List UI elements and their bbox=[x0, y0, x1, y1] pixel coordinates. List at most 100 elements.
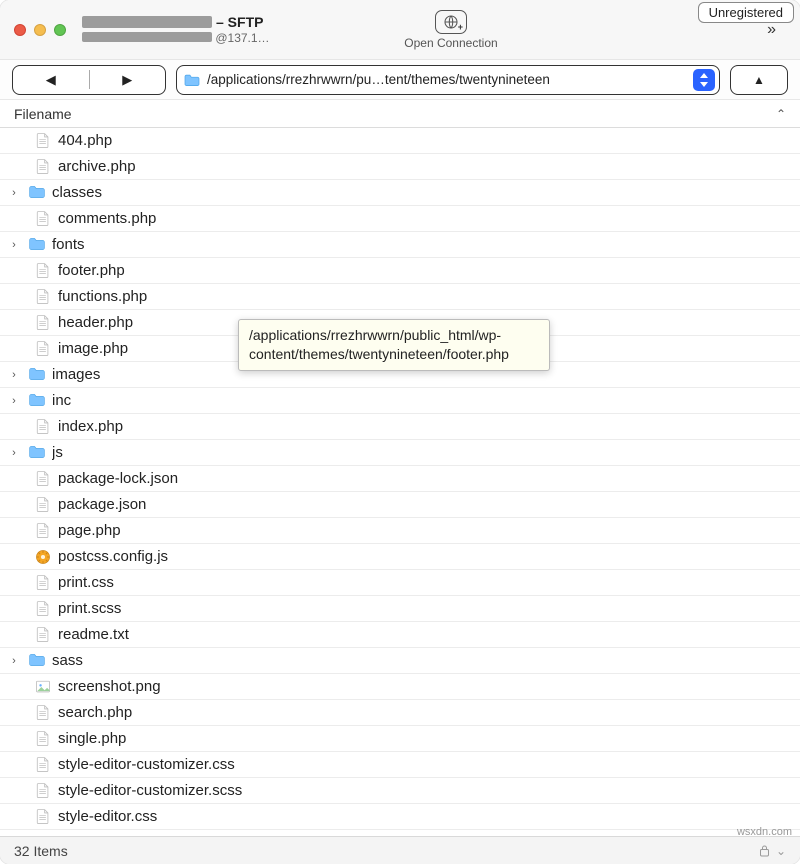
path-toolbar: ◀ ▶ /applications/rrezhrwwrn/pu…tent/the… bbox=[0, 60, 800, 100]
file-icon bbox=[34, 756, 52, 774]
unregistered-badge[interactable]: Unregistered bbox=[698, 2, 794, 23]
file-icon bbox=[34, 782, 52, 800]
folder-icon bbox=[28, 444, 46, 462]
watermark: wsxdn.com bbox=[737, 826, 792, 838]
minimize-window-button[interactable] bbox=[34, 24, 46, 36]
file-row[interactable]: functions.php bbox=[0, 284, 800, 310]
globe-plus-icon: + bbox=[435, 10, 467, 34]
file-icon bbox=[34, 158, 52, 176]
folder-icon bbox=[28, 652, 46, 670]
file-name: js bbox=[52, 444, 63, 461]
file-row[interactable]: › sass bbox=[0, 648, 800, 674]
nav-back-button[interactable]: ◀ bbox=[13, 72, 89, 88]
traffic-lights bbox=[14, 24, 66, 36]
status-lock[interactable]: ⌄ bbox=[759, 844, 786, 858]
file-row[interactable]: print.scss bbox=[0, 596, 800, 622]
image-file-icon bbox=[34, 678, 52, 696]
file-row[interactable]: package-lock.json bbox=[0, 466, 800, 492]
file-name: image.php bbox=[58, 340, 128, 357]
file-name: classes bbox=[52, 184, 102, 201]
file-row[interactable]: screenshot.png bbox=[0, 674, 800, 700]
file-icon bbox=[34, 808, 52, 826]
file-icon bbox=[34, 496, 52, 514]
file-icon bbox=[34, 522, 52, 540]
folder-icon bbox=[28, 236, 46, 254]
file-row[interactable]: postcss.config.js bbox=[0, 544, 800, 570]
file-icon bbox=[34, 730, 52, 748]
disclosure-triangle-icon[interactable]: › bbox=[6, 369, 22, 381]
status-bar: 32 Items ⌄ bbox=[0, 836, 800, 864]
file-name: index.php bbox=[58, 418, 123, 435]
disclosure-triangle-icon[interactable]: › bbox=[6, 239, 22, 251]
config-icon bbox=[34, 548, 52, 566]
file-row[interactable]: › classes bbox=[0, 180, 800, 206]
file-icon bbox=[34, 470, 52, 488]
sort-indicator-icon: ⌃ bbox=[776, 107, 786, 121]
disclosure-triangle-icon[interactable]: › bbox=[6, 447, 22, 459]
file-list[interactable]: 404.php archive.php › classes comments.php › f… bbox=[0, 128, 800, 836]
file-icon bbox=[34, 418, 52, 436]
file-row[interactable]: index.php bbox=[0, 414, 800, 440]
file-row[interactable]: archive.php bbox=[0, 154, 800, 180]
file-row[interactable]: single.php bbox=[0, 726, 800, 752]
folder-icon bbox=[183, 73, 201, 87]
status-item-count: 32 Items bbox=[14, 843, 68, 859]
file-name: single.php bbox=[58, 730, 126, 747]
file-row[interactable]: › js bbox=[0, 440, 800, 466]
folder-icon bbox=[28, 392, 46, 410]
file-row[interactable]: print.css bbox=[0, 570, 800, 596]
file-icon bbox=[34, 132, 52, 150]
disclosure-triangle-icon[interactable]: › bbox=[6, 187, 22, 199]
file-name: archive.php bbox=[58, 158, 136, 175]
redacted-host bbox=[82, 16, 212, 28]
file-name: print.css bbox=[58, 574, 114, 591]
file-name: header.php bbox=[58, 314, 133, 331]
close-window-button[interactable] bbox=[14, 24, 26, 36]
file-name: search.php bbox=[58, 704, 132, 721]
file-icon bbox=[34, 626, 52, 644]
file-row[interactable]: page.php bbox=[0, 518, 800, 544]
file-row[interactable]: › fonts bbox=[0, 232, 800, 258]
file-name: fonts bbox=[52, 236, 85, 253]
open-connection-label: Open Connection bbox=[404, 36, 497, 50]
file-row[interactable]: package.json bbox=[0, 492, 800, 518]
file-name: readme.txt bbox=[58, 626, 129, 643]
file-name: page.php bbox=[58, 522, 121, 539]
file-name: screenshot.png bbox=[58, 678, 161, 695]
file-row[interactable]: style-editor-customizer.css bbox=[0, 752, 800, 778]
folder-icon bbox=[28, 184, 46, 202]
title-host-suffix: @137.1… bbox=[215, 31, 269, 45]
open-connection-button[interactable]: + Open Connection bbox=[404, 10, 497, 50]
file-name: style-editor.css bbox=[58, 808, 157, 825]
file-icon bbox=[34, 704, 52, 722]
file-icon bbox=[34, 314, 52, 332]
file-name: package.json bbox=[58, 496, 146, 513]
nav-forward-button[interactable]: ▶ bbox=[90, 72, 166, 88]
file-icon bbox=[34, 262, 52, 280]
file-row[interactable]: readme.txt bbox=[0, 622, 800, 648]
path-dropdown-button[interactable] bbox=[693, 69, 715, 91]
maximize-window-button[interactable] bbox=[54, 24, 66, 36]
path-display: /applications/rrezhrwwrn/pu…tent/themes/… bbox=[207, 72, 687, 87]
file-icon bbox=[34, 288, 52, 306]
file-row[interactable]: search.php bbox=[0, 700, 800, 726]
file-row[interactable]: ›inc bbox=[0, 388, 800, 414]
nav-up-button[interactable]: ▲ bbox=[730, 65, 788, 95]
file-row[interactable]: style-editor.css bbox=[0, 804, 800, 830]
file-row[interactable]: 404.php bbox=[0, 128, 800, 154]
file-name: style-editor-customizer.scss bbox=[58, 782, 242, 799]
file-row[interactable]: footer.php bbox=[0, 258, 800, 284]
file-name: package-lock.json bbox=[58, 470, 178, 487]
lock-icon bbox=[759, 844, 770, 857]
file-icon bbox=[34, 340, 52, 358]
file-row[interactable]: comments.php bbox=[0, 206, 800, 232]
file-row[interactable]: style-editor-customizer.scss bbox=[0, 778, 800, 804]
disclosure-triangle-icon[interactable]: › bbox=[6, 395, 22, 407]
column-header[interactable]: Filename ⌃ bbox=[0, 100, 800, 128]
path-selector[interactable]: /applications/rrezhrwwrn/pu…tent/themes/… bbox=[176, 65, 720, 95]
file-name: sass bbox=[52, 652, 83, 669]
file-name: 404.php bbox=[58, 132, 112, 149]
disclosure-triangle-icon[interactable]: › bbox=[6, 655, 22, 667]
file-name: images bbox=[52, 366, 100, 383]
folder-icon bbox=[28, 366, 46, 384]
